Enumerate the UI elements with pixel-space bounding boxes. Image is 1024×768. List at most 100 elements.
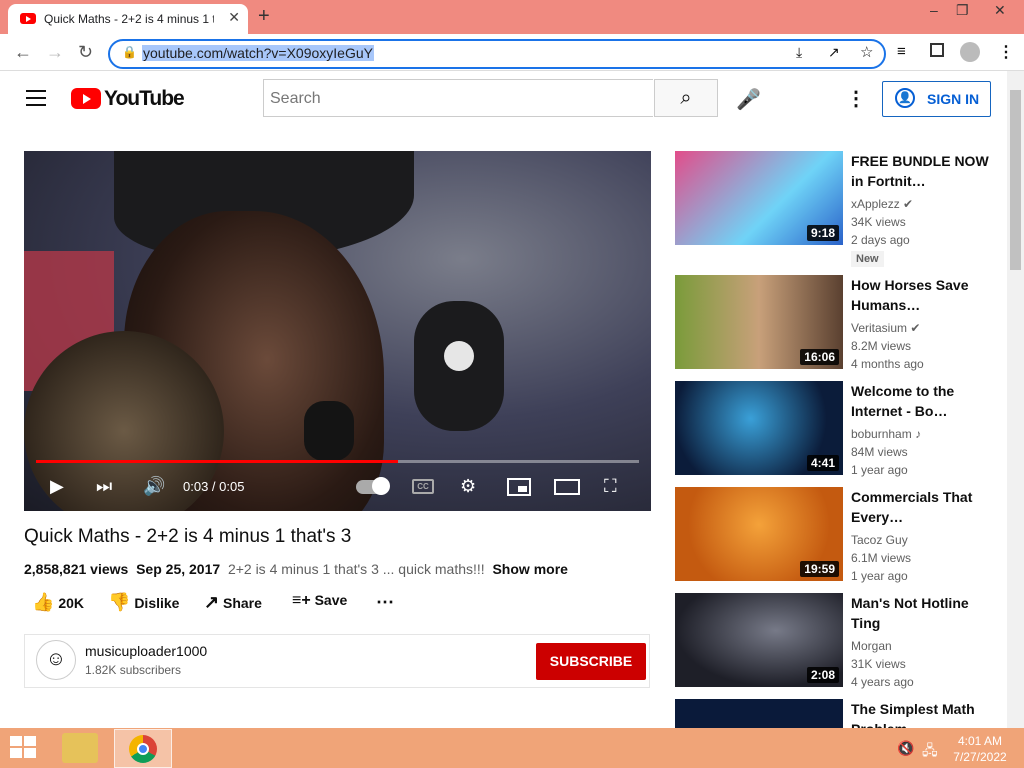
side-panel-icon[interactable]: [930, 43, 944, 57]
video-thumbnail[interactable]: 16:06: [675, 275, 843, 369]
channel-name[interactable]: musicuploader1000: [85, 643, 207, 659]
volume-muted-icon[interactable]: 🔇: [897, 740, 914, 757]
media-control-icon[interactable]: ≡: [897, 43, 906, 60]
recommended-video[interactable]: 9:18 FREE BUNDLE NOW in Fortnit… xApplez…: [675, 151, 995, 267]
forward-arrow-icon[interactable]: →: [46, 42, 64, 63]
search-icon: ⌕: [680, 87, 692, 109]
recommended-video[interactable]: 19:59 Commercials That Every… Tacoz Guy …: [675, 487, 995, 587]
recommended-video[interactable]: 2:08 Man's Not Hotline Ting Morgan 31K v…: [675, 593, 995, 693]
restore-icon[interactable]: ❐: [956, 2, 969, 19]
rec-title[interactable]: Commercials That Every…: [851, 487, 991, 527]
subscribe-button[interactable]: SUBSCRIBE: [536, 643, 646, 680]
minimize-icon[interactable]: –: [930, 2, 938, 18]
youtube-logo-icon[interactable]: [71, 88, 101, 109]
playlist-add-icon: ≡+: [292, 592, 311, 609]
recommended-video[interactable]: The Simplest Math Problem…: [675, 699, 995, 728]
video-thumbnail[interactable]: [675, 699, 843, 728]
like-button[interactable]: 👍 20K: [32, 592, 84, 613]
theater-mode-icon[interactable]: [554, 479, 580, 495]
chrome-taskbar-icon[interactable]: [114, 729, 172, 768]
rec-age: 1 year ago: [851, 569, 908, 583]
duration-badge: 2:08: [806, 667, 839, 683]
dislike-button[interactable]: 👎 Dislike: [108, 592, 179, 613]
video-title: Quick Maths - 2+2 is 4 minus 1 that's 3: [24, 526, 352, 547]
window-close-icon[interactable]: ✕: [994, 2, 1006, 19]
new-tab-icon[interactable]: +: [258, 5, 270, 28]
video-thumbnail[interactable]: 4:41: [675, 381, 843, 475]
rec-channel[interactable]: Morgan: [851, 639, 892, 653]
rec-channel[interactable]: Veritasium ✔: [851, 321, 920, 335]
video-player[interactable]: [24, 151, 651, 511]
recommended-video[interactable]: 16:06 How Horses Save Humans… Veritasium…: [675, 275, 995, 375]
file-explorer-icon[interactable]: [62, 733, 98, 763]
sign-in-label: SIGN IN: [927, 91, 980, 107]
play-icon[interactable]: ▶: [50, 476, 64, 497]
url-text[interactable]: youtube.com/watch?v=X09oxyIeGuY: [142, 45, 374, 61]
save-button[interactable]: ≡+ Save: [292, 592, 347, 610]
browser-tab[interactable]: Quick Maths - 2+2 is 4 minus 1 th ✕: [8, 4, 248, 34]
recommended-video[interactable]: 4:41 Welcome to the Internet - Bo… bobur…: [675, 381, 995, 481]
browser-menu-icon[interactable]: ⋮: [998, 42, 1014, 62]
rec-title[interactable]: Man's Not Hotline Ting: [851, 593, 991, 633]
progress-fill: [36, 460, 398, 463]
channel-avatar[interactable]: ☺: [36, 640, 76, 680]
next-icon[interactable]: ⏭: [96, 476, 112, 497]
clock-date: 7/27/2022: [953, 750, 1007, 764]
video-progress-bar[interactable]: [36, 460, 639, 463]
video-thumbnail[interactable]: 2:08: [675, 593, 843, 687]
rec-channel[interactable]: xApplezz ✔: [851, 197, 913, 211]
video-thumbnail[interactable]: 9:18: [675, 151, 843, 245]
share-button[interactable]: ↗ Share: [204, 592, 262, 613]
volume-icon[interactable]: 🔊: [143, 476, 165, 497]
rec-channel[interactable]: boburnham ♪: [851, 427, 921, 441]
miniplayer-icon[interactable]: [507, 478, 531, 496]
verified-check-icon: ✔: [910, 321, 921, 335]
upload-date: Sep 25, 2017: [136, 561, 221, 577]
rec-channel[interactable]: Tacoz Guy: [851, 533, 908, 547]
rec-title[interactable]: The Simplest Math Problem…: [851, 699, 991, 728]
new-badge: New: [851, 251, 884, 267]
rec-age: 4 years ago: [851, 675, 914, 689]
system-clock[interactable]: 4:01 AM 7/27/2022: [950, 733, 1010, 765]
bookmark-star-icon[interactable]: ☆: [860, 43, 873, 61]
reload-icon[interactable]: ↻: [78, 42, 93, 63]
video-meta: 2,858,821 views Sep 25, 2017 2+2 is 4 mi…: [24, 561, 568, 577]
windows-start-icon[interactable]: [10, 736, 38, 760]
fullscreen-icon[interactable]: ⛶: [604, 476, 617, 497]
scrollbar-thumb[interactable]: [1010, 90, 1021, 270]
studio-microphone: [414, 301, 504, 431]
rec-title[interactable]: FREE BUNDLE NOW in Fortnit…: [851, 151, 991, 191]
settings-dots-icon[interactable]: ⋮: [846, 86, 866, 111]
tab-title: Quick Maths - 2+2 is 4 minus 1 th: [44, 12, 214, 26]
more-actions-icon[interactable]: ⋯: [376, 592, 394, 613]
thumbs-up-icon: 👍: [32, 592, 55, 612]
search-button[interactable]: ⌕: [654, 79, 718, 117]
clock-time: 4:01 AM: [957, 734, 1003, 748]
thumbs-down-icon: 👎: [108, 592, 131, 612]
address-bar[interactable]: 🔒 youtube.com/watch?v=X09oxyIeGuY ⤓ ↗ ☆: [108, 39, 886, 69]
rec-views: 31K views: [851, 657, 906, 671]
search-input[interactable]: Search: [263, 79, 653, 117]
profile-avatar-icon[interactable]: [960, 42, 980, 62]
back-arrow-icon[interactable]: ←: [14, 42, 32, 63]
rec-title[interactable]: How Horses Save Humans…: [851, 275, 991, 315]
hamburger-menu-icon[interactable]: [26, 90, 46, 106]
show-more-link[interactable]: Show more: [492, 561, 567, 577]
rec-age: 1 year ago: [851, 463, 908, 477]
autoplay-toggle[interactable]: [356, 477, 390, 495]
rec-age: 2 days ago: [851, 233, 910, 247]
share-page-icon[interactable]: ↗: [828, 44, 840, 61]
close-tab-icon[interactable]: ✕: [228, 9, 240, 26]
rec-views: 8.2M views: [851, 339, 912, 353]
share-arrow-icon: ↗: [204, 592, 220, 612]
youtube-wordmark[interactable]: YouTube: [104, 87, 185, 111]
time-display: 0:03 / 0:05: [183, 479, 245, 494]
settings-gear-icon[interactable]: ⚙: [460, 476, 476, 497]
sign-in-button[interactable]: 👤 SIGN IN: [882, 81, 991, 117]
network-icon[interactable]: 🖧: [922, 740, 938, 764]
install-icon[interactable]: ⤓: [796, 44, 802, 61]
voice-search-mic-icon[interactable]: 🎤: [736, 87, 761, 112]
rec-title[interactable]: Welcome to the Internet - Bo…: [851, 381, 991, 421]
video-thumbnail[interactable]: 19:59: [675, 487, 843, 581]
captions-icon[interactable]: CC: [412, 479, 434, 494]
